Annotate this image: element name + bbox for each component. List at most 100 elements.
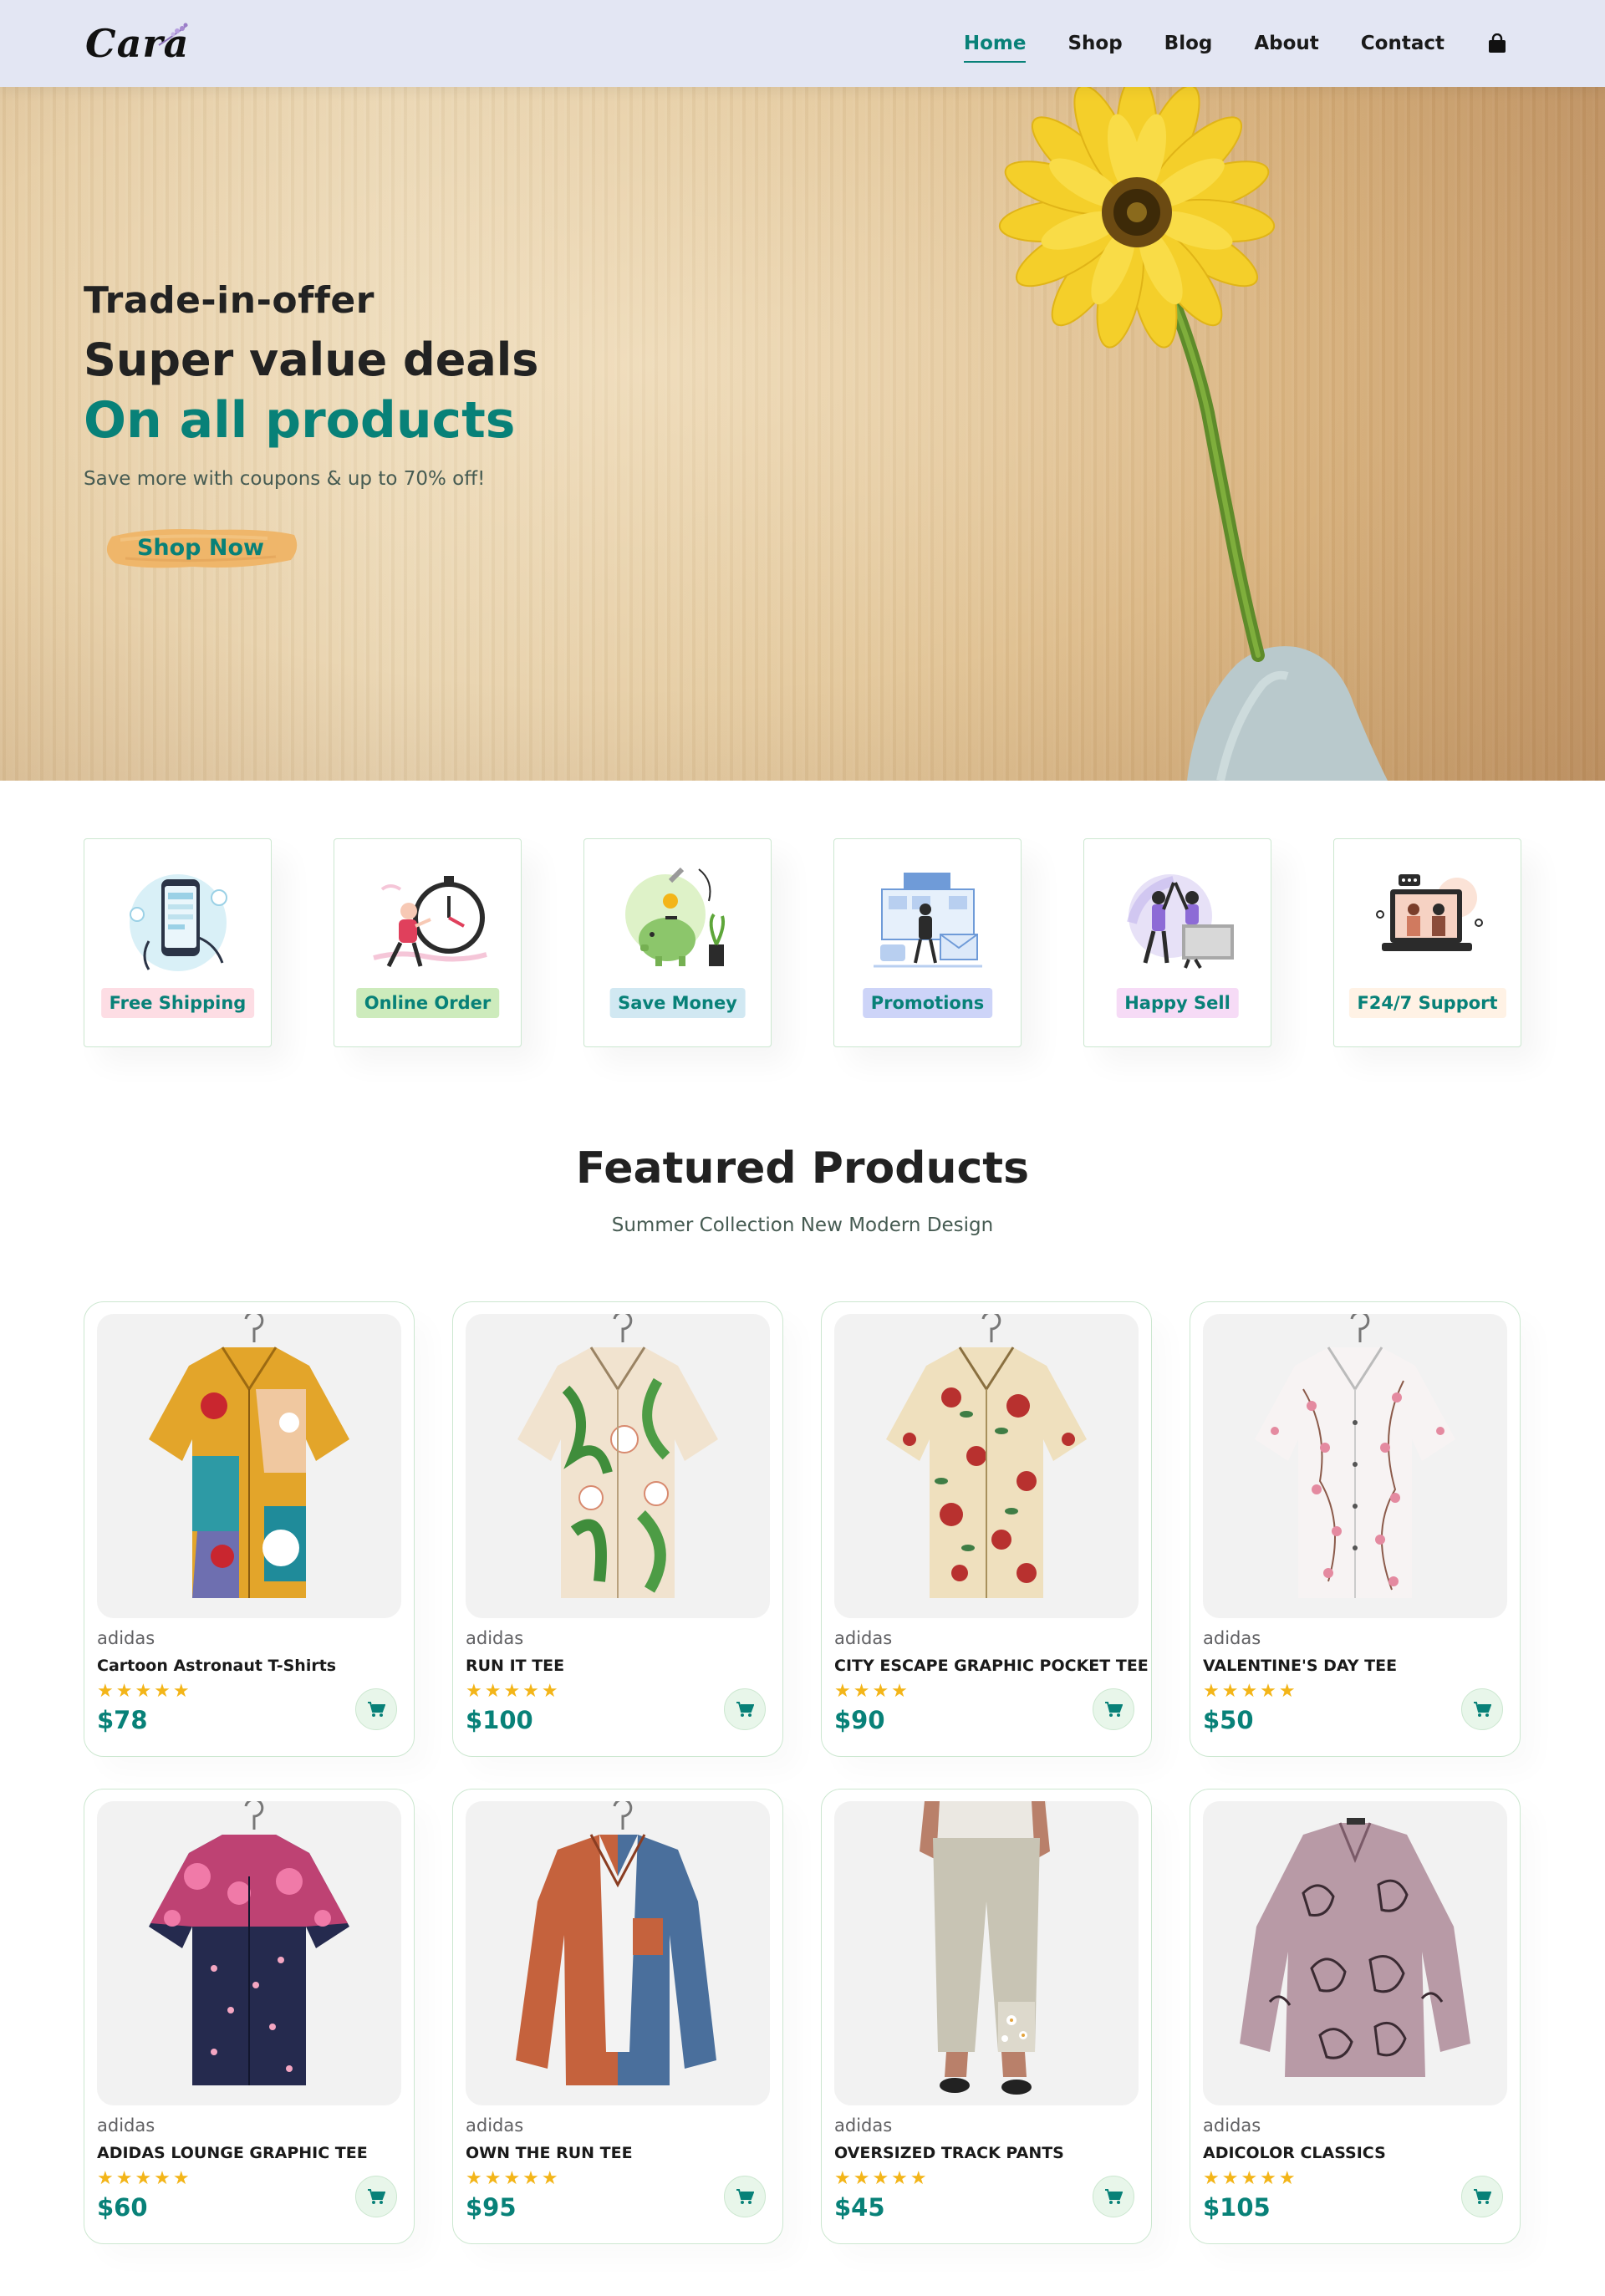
nav-contact[interactable]: Contact [1361, 26, 1444, 61]
shirt-image-cherry-blossom [1255, 1314, 1455, 1598]
product-price: $100 [466, 1706, 533, 1734]
feature-online-order: Online Order [334, 838, 522, 1047]
feature-support: F24/7 Support [1333, 838, 1521, 1047]
rating-stars: ★★★★★ [466, 2168, 561, 2189]
online-order-illustration [373, 876, 487, 968]
product-brand: adidas [466, 2115, 524, 2136]
product-price: $50 [1203, 1706, 1254, 1734]
cart-icon [368, 2189, 385, 2204]
product-name: OWN THE RUN TEE [466, 2144, 633, 2162]
shirt-image-astronaut [149, 1314, 349, 1598]
add-to-cart-button[interactable] [1093, 1688, 1134, 1730]
product-brand: adidas [97, 1628, 155, 1648]
product-image[interactable] [97, 1314, 401, 1618]
hero-copy: Trade-in-offer Super value deals On all … [84, 279, 538, 490]
product-name: Cartoon Astronaut T-Shirts [97, 1657, 337, 1675]
featured-products-title: Featured Products [575, 1143, 1030, 1194]
cart-icon [736, 2189, 754, 2204]
happy-sell-illustration [1127, 874, 1234, 970]
cart-icon [1474, 1702, 1491, 1717]
feature-free-shipping: Free Shipping [84, 838, 272, 1047]
logo[interactable]: Cara [85, 17, 189, 70]
cart-icon [1105, 2189, 1123, 2204]
features-row: Free Shipping Online Order Save Money Pr… [84, 838, 1521, 1047]
lavender-icon [158, 23, 188, 46]
product-name: VALENTINE'S DAY TEE [1203, 1657, 1398, 1675]
rating-stars: ★★★★ [834, 1681, 910, 1702]
product-image[interactable] [466, 1801, 770, 2105]
save-money-illustration [625, 867, 726, 966]
rating-stars: ★★★★★ [466, 1681, 561, 1702]
shopping-bag-icon[interactable] [1486, 33, 1508, 54]
product-card[interactable]: adidas CITY ESCAPE GRAPHIC POCKET TEE ★★… [821, 1301, 1152, 1757]
product-name: ADICOLOR CLASSICS [1203, 2144, 1386, 2162]
product-name: RUN IT TEE [466, 1657, 565, 1675]
product-image[interactable] [466, 1314, 770, 1618]
shop-now-button[interactable]: Shop Now [100, 522, 301, 575]
product-price: $105 [1203, 2193, 1271, 2222]
product-card[interactable]: adidas Cartoon Astronaut T-Shirts ★★★★★ … [84, 1301, 415, 1757]
add-to-cart-button[interactable] [1461, 2176, 1503, 2217]
product-name: OVERSIZED TRACK PANTS [834, 2144, 1064, 2162]
product-name: ADIDAS LOUNGE GRAPHIC TEE [97, 2144, 368, 2162]
rating-stars: ★★★★★ [97, 2168, 192, 2189]
product-image[interactable] [1203, 1314, 1507, 1618]
product-card[interactable]: adidas RUN IT TEE ★★★★★ $100 [452, 1301, 783, 1757]
feature-label: Happy Sell [1116, 988, 1239, 1018]
feature-label: Online Order [355, 988, 500, 1018]
product-image[interactable] [834, 1314, 1139, 1618]
shirt-image-floral-leaf [517, 1314, 718, 1598]
nav-about[interactable]: About [1254, 26, 1318, 61]
product-brand: adidas [834, 1628, 893, 1648]
product-image[interactable] [834, 1801, 1139, 2105]
product-image[interactable] [97, 1801, 401, 2105]
shirt-image-navy-floral [149, 1801, 349, 2085]
shirt-image-rose-print [886, 1314, 1087, 1598]
add-to-cart-button[interactable] [1093, 2176, 1134, 2217]
product-card[interactable]: adidas ADIDAS LOUNGE GRAPHIC TEE ★★★★★ $… [84, 1789, 415, 2244]
cart-icon [1474, 2189, 1491, 2204]
rating-stars: ★★★★★ [1203, 1681, 1298, 1702]
product-image[interactable] [1203, 1801, 1507, 2105]
hero-banner: Trade-in-offer Super value deals On all … [0, 87, 1605, 781]
nav-blog[interactable]: Blog [1164, 26, 1213, 61]
cart-icon [368, 1702, 385, 1717]
shirt-image-two-tone-jacket [516, 1801, 716, 2085]
yellow-flower-illustration [998, 87, 1388, 781]
featured-products-subtitle: Summer Collection New Modern Design [611, 1214, 994, 1236]
hero-eyebrow: Trade-in-offer [84, 279, 374, 322]
feature-label: F24/7 Support [1348, 988, 1506, 1018]
feature-label: Free Shipping [100, 988, 255, 1018]
blouse-image-mauve-print [1240, 1818, 1470, 2077]
product-price: $60 [97, 2193, 148, 2222]
shop-now-label: Shop Now [136, 535, 265, 561]
add-to-cart-button[interactable] [724, 2176, 766, 2217]
product-price: $95 [466, 2193, 517, 2222]
product-card[interactable]: adidas VALENTINE'S DAY TEE ★★★★★ $50 [1190, 1301, 1521, 1757]
product-row: adidas Cartoon Astronaut T-Shirts ★★★★★ … [84, 1301, 1521, 1757]
feature-label: Save Money [609, 988, 746, 1018]
cart-icon [736, 1702, 754, 1717]
hero-title-highlight: On all products [84, 391, 516, 450]
product-card[interactable]: adidas OWN THE RUN TEE ★★★★★ $95 [452, 1789, 783, 2244]
cart-icon [1105, 1702, 1123, 1717]
hero-subtitle: Save more with coupons & up to 70% off! [84, 468, 486, 490]
product-card[interactable]: adidas OVERSIZED TRACK PANTS ★★★★★ $45 [821, 1789, 1152, 2244]
main-nav: Home Shop Blog About Contact [922, 0, 1508, 87]
add-to-cart-button[interactable] [355, 1688, 397, 1730]
rating-stars: ★★★★★ [834, 2168, 930, 2189]
free-shipping-illustration [130, 874, 227, 971]
product-card[interactable]: adidas ADICOLOR CLASSICS ★★★★★ $105 [1190, 1789, 1521, 2244]
product-brand: adidas [466, 1628, 524, 1648]
product-name: CITY ESCAPE GRAPHIC POCKET TEE [834, 1657, 1149, 1675]
product-price: $90 [834, 1706, 885, 1734]
add-to-cart-button[interactable] [724, 1688, 766, 1730]
nav-home[interactable]: Home [963, 26, 1026, 63]
add-to-cart-button[interactable] [355, 2176, 397, 2217]
feature-promotions: Promotions [833, 838, 1022, 1047]
feature-label: Promotions [862, 988, 993, 1018]
product-brand: adidas [1203, 1628, 1261, 1648]
add-to-cart-button[interactable] [1461, 1688, 1503, 1730]
feature-happy-sell: Happy Sell [1083, 838, 1271, 1047]
nav-shop[interactable]: Shop [1067, 26, 1122, 61]
